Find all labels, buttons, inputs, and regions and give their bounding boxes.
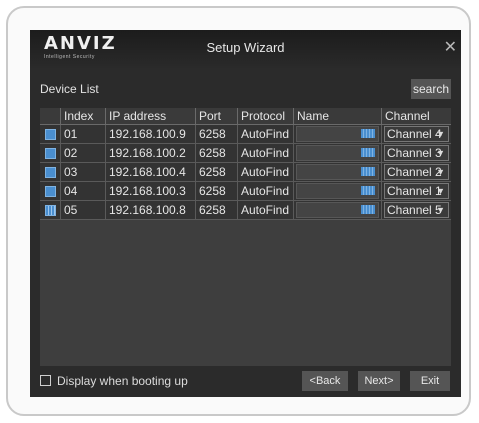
row-channel-cell: Channel 1 ▼ <box>381 181 451 201</box>
row-index: 03 <box>60 162 106 182</box>
name-input[interactable] <box>296 126 379 142</box>
exit-button[interactable]: Exit <box>410 371 450 391</box>
row-name-cell <box>293 162 382 182</box>
row-ip: 192.168.100.4 <box>105 162 196 182</box>
row-channel-cell: Channel 5 ▼ <box>381 200 451 220</box>
chevron-down-icon[interactable]: ▼ <box>436 127 445 141</box>
table-row[interactable]: 05 192.168.100.8 6258 AutoFind Channel 5… <box>40 200 451 220</box>
chevron-down-icon[interactable]: ▼ <box>436 203 445 217</box>
row-checkbox[interactable] <box>40 162 61 182</box>
next-button[interactable]: Next> <box>358 371 400 391</box>
row-ip: 192.168.100.2 <box>105 143 196 163</box>
row-protocol: AutoFind <box>237 162 294 182</box>
channel-value: Channel 2 <box>387 165 442 179</box>
table-row[interactable]: 01 192.168.100.9 6258 AutoFind Channel 4… <box>40 124 451 144</box>
row-name-cell <box>293 200 382 220</box>
chevron-down-icon[interactable]: ▼ <box>436 165 445 179</box>
row-name-cell <box>293 124 382 144</box>
table-row[interactable]: 03 192.168.100.4 6258 AutoFind Channel 2… <box>40 162 451 182</box>
row-ip: 192.168.100.8 <box>105 200 196 220</box>
chevron-down-icon[interactable]: ▼ <box>436 146 445 160</box>
column-header-index: Index <box>60 108 106 125</box>
table-row[interactable]: 02 192.168.100.2 6258 AutoFind Channel 3… <box>40 143 451 163</box>
name-input[interactable] <box>296 145 379 161</box>
channel-value: Channel 3 <box>387 146 442 160</box>
chevron-down-icon[interactable]: ▼ <box>436 184 445 198</box>
channel-select[interactable]: Channel 1 ▼ <box>384 183 449 199</box>
channel-select[interactable]: Channel 3 ▼ <box>384 145 449 161</box>
row-port: 6258 <box>195 162 238 182</box>
row-channel-cell: Channel 3 ▼ <box>381 143 451 163</box>
device-table: Index IP address Port Protocol Name Chan… <box>40 108 451 220</box>
boot-display-checkbox[interactable] <box>40 375 51 386</box>
row-index: 02 <box>60 143 106 163</box>
title-bar: ANVIZ Intelligent Security Setup Wizard … <box>30 30 461 68</box>
window-title: Setup Wizard <box>206 40 285 55</box>
name-input[interactable] <box>296 183 379 199</box>
channel-select[interactable]: Channel 5 ▼ <box>384 202 449 218</box>
row-checkbox[interactable] <box>40 124 61 144</box>
row-checkbox[interactable] <box>40 200 61 220</box>
keyboard-icon[interactable] <box>361 167 375 176</box>
row-name-cell <box>293 143 382 163</box>
search-button[interactable]: search <box>411 79 451 99</box>
column-header-protocol: Protocol <box>237 108 294 125</box>
column-header-port: Port <box>195 108 238 125</box>
column-header-name: Name <box>293 108 382 125</box>
row-port: 6258 <box>195 143 238 163</box>
boot-display-option[interactable]: Display when booting up <box>40 374 188 388</box>
keyboard-icon[interactable] <box>361 148 375 157</box>
checkbox-checked-icon[interactable] <box>44 186 56 198</box>
channel-value: Channel 1 <box>387 184 442 198</box>
checkbox-checked-icon[interactable] <box>44 205 56 217</box>
back-button[interactable]: <Back <box>302 371 348 391</box>
row-channel-cell: Channel 4 ▼ <box>381 124 451 144</box>
row-protocol: AutoFind <box>237 200 294 220</box>
channel-select[interactable]: Channel 4 ▼ <box>384 126 449 142</box>
row-protocol: AutoFind <box>237 181 294 201</box>
row-index: 04 <box>60 181 106 201</box>
checkbox-checked-icon[interactable] <box>44 129 56 141</box>
keyboard-icon[interactable] <box>361 129 375 138</box>
column-header-select <box>40 108 61 125</box>
row-protocol: AutoFind <box>237 124 294 144</box>
boot-display-label: Display when booting up <box>57 374 188 388</box>
row-checkbox[interactable] <box>40 143 61 163</box>
row-protocol: AutoFind <box>237 143 294 163</box>
close-icon[interactable]: ✕ <box>444 37 457 57</box>
name-input[interactable] <box>296 202 379 218</box>
row-port: 6258 <box>195 181 238 201</box>
row-ip: 192.168.100.9 <box>105 124 196 144</box>
row-name-cell <box>293 181 382 201</box>
keyboard-icon[interactable] <box>361 205 375 214</box>
keyboard-icon[interactable] <box>361 186 375 195</box>
row-ip: 192.168.100.3 <box>105 181 196 201</box>
checkbox-checked-icon[interactable] <box>44 167 56 179</box>
name-input[interactable] <box>296 164 379 180</box>
column-header-channel: Channel <box>381 108 451 125</box>
row-index: 05 <box>60 200 106 220</box>
table-row[interactable]: 04 192.168.100.3 6258 AutoFind Channel 1… <box>40 181 451 201</box>
channel-value: Channel 5 <box>387 203 442 217</box>
device-list-label: Device List <box>40 82 99 96</box>
checkbox-checked-icon[interactable] <box>44 148 56 160</box>
row-port: 6258 <box>195 200 238 220</box>
table-header-row: Index IP address Port Protocol Name Chan… <box>40 108 451 125</box>
setup-wizard-dialog: ANVIZ Intelligent Security Setup Wizard … <box>30 30 461 397</box>
row-channel-cell: Channel 2 ▼ <box>381 162 451 182</box>
column-header-ip: IP address <box>105 108 196 125</box>
channel-value: Channel 4 <box>387 127 442 141</box>
channel-select[interactable]: Channel 2 ▼ <box>384 164 449 180</box>
row-checkbox[interactable] <box>40 181 61 201</box>
row-port: 6258 <box>195 124 238 144</box>
row-index: 01 <box>60 124 106 144</box>
device-table-area: Index IP address Port Protocol Name Chan… <box>40 108 451 366</box>
